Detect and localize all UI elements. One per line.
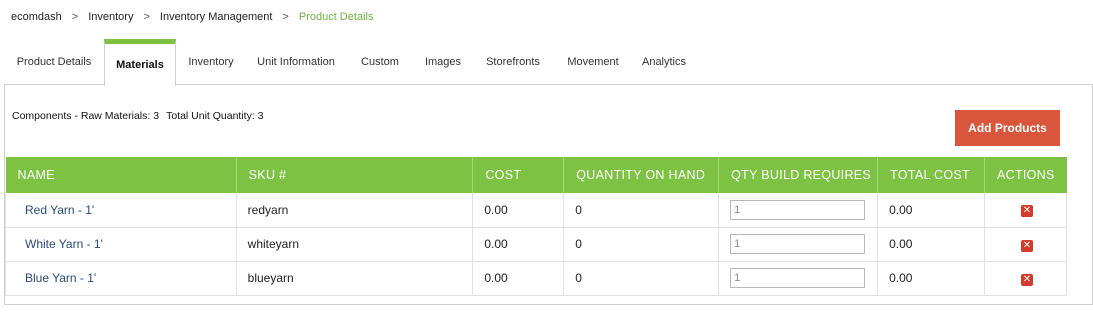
chevron-right-icon: > bbox=[71, 11, 79, 23]
breadcrumb-inventory-management[interactable]: Inventory Management bbox=[160, 11, 273, 23]
product-name-link[interactable]: Blue Yarn - 1' bbox=[25, 271, 96, 285]
materials-table: NAME SKU # COST QUANTITY ON HAND QTY BUI… bbox=[5, 157, 1068, 296]
tab-product-details[interactable]: Product Details bbox=[4, 39, 104, 85]
product-name-link[interactable]: White Yarn - 1' bbox=[25, 237, 103, 251]
column-header-name[interactable]: NAME bbox=[5, 157, 237, 193]
cost-cell: 0.00 bbox=[472, 261, 565, 296]
table-row: White Yarn - 1' whiteyarn 0.00 0 0.00 ✕ bbox=[5, 227, 1068, 262]
column-header-cost[interactable]: COST bbox=[472, 157, 565, 193]
sku-cell: whiteyarn bbox=[236, 227, 474, 262]
quantity-on-hand-cell: 0 bbox=[563, 227, 720, 262]
tab-custom[interactable]: Custom bbox=[346, 39, 414, 85]
column-header-quantity-on-hand[interactable]: QUANTITY ON HAND bbox=[563, 157, 720, 193]
components-count: Components - Raw Materials: 3 bbox=[12, 110, 160, 122]
tab-materials[interactable]: Materials bbox=[104, 39, 176, 86]
add-products-button[interactable]: Add Products bbox=[955, 110, 1060, 146]
column-header-sku[interactable]: SKU # bbox=[236, 157, 474, 193]
close-x-icon[interactable]: ✕ bbox=[1020, 239, 1033, 252]
close-x-icon[interactable]: ✕ bbox=[1020, 205, 1033, 218]
qty-build-requires-input[interactable] bbox=[730, 268, 866, 288]
tab-storefronts[interactable]: Storefronts bbox=[472, 39, 554, 85]
tab-analytics[interactable]: Analytics bbox=[632, 39, 696, 85]
cost-cell: 0.00 bbox=[472, 227, 565, 262]
table-row: Red Yarn - 1' redyarn 0.00 0 0.00 ✕ bbox=[5, 193, 1068, 228]
sku-cell: blueyarn bbox=[236, 261, 474, 296]
chevron-right-icon: > bbox=[282, 11, 289, 23]
table-row: Blue Yarn - 1' blueyarn 0.00 0 0.00 ✕ bbox=[5, 261, 1068, 296]
column-header-total-cost[interactable]: TOTAL COST bbox=[877, 157, 985, 193]
sku-cell: redyarn bbox=[236, 193, 474, 228]
total-cost-cell: 0.00 bbox=[877, 227, 985, 262]
total-unit-quantity: Total Unit Quantity: 3 bbox=[166, 110, 264, 122]
product-name-link[interactable]: Red Yarn - 1' bbox=[25, 203, 94, 217]
tab-unit-information[interactable]: Unit Information bbox=[246, 39, 346, 85]
tab-movement[interactable]: Movement bbox=[554, 39, 632, 85]
total-cost-cell: 0.00 bbox=[877, 193, 985, 228]
tab-bar: Product Details Materials Inventory Unit… bbox=[4, 39, 1093, 86]
total-cost-cell: 0.00 bbox=[877, 261, 985, 296]
cost-cell: 0.00 bbox=[472, 193, 565, 228]
quantity-on-hand-cell: 0 bbox=[563, 193, 720, 228]
breadcrumb-product-details: Product Details bbox=[298, 11, 374, 23]
table-header-row: NAME SKU # COST QUANTITY ON HAND QTY BUI… bbox=[5, 157, 1067, 193]
column-header-qty-build-requires[interactable]: QTY BUILD REQUIRES bbox=[718, 157, 879, 193]
tab-images[interactable]: Images bbox=[414, 39, 472, 85]
breadcrumb-inventory[interactable]: Inventory bbox=[88, 11, 133, 23]
tab-inventory[interactable]: Inventory bbox=[176, 39, 246, 85]
close-x-icon[interactable]: ✕ bbox=[1020, 273, 1033, 286]
chevron-right-icon: > bbox=[143, 11, 150, 23]
column-header-actions: ACTIONS bbox=[984, 157, 1067, 193]
components-summary: Components - Raw Materials: 3 Total Unit … bbox=[12, 110, 271, 122]
breadcrumb: ecomdash > Inventory > Inventory Managem… bbox=[11, 11, 373, 23]
breadcrumb-ecomdash[interactable]: ecomdash bbox=[11, 11, 62, 23]
quantity-on-hand-cell: 0 bbox=[563, 261, 720, 296]
qty-build-requires-input[interactable] bbox=[730, 234, 866, 254]
qty-build-requires-input[interactable] bbox=[730, 199, 866, 220]
